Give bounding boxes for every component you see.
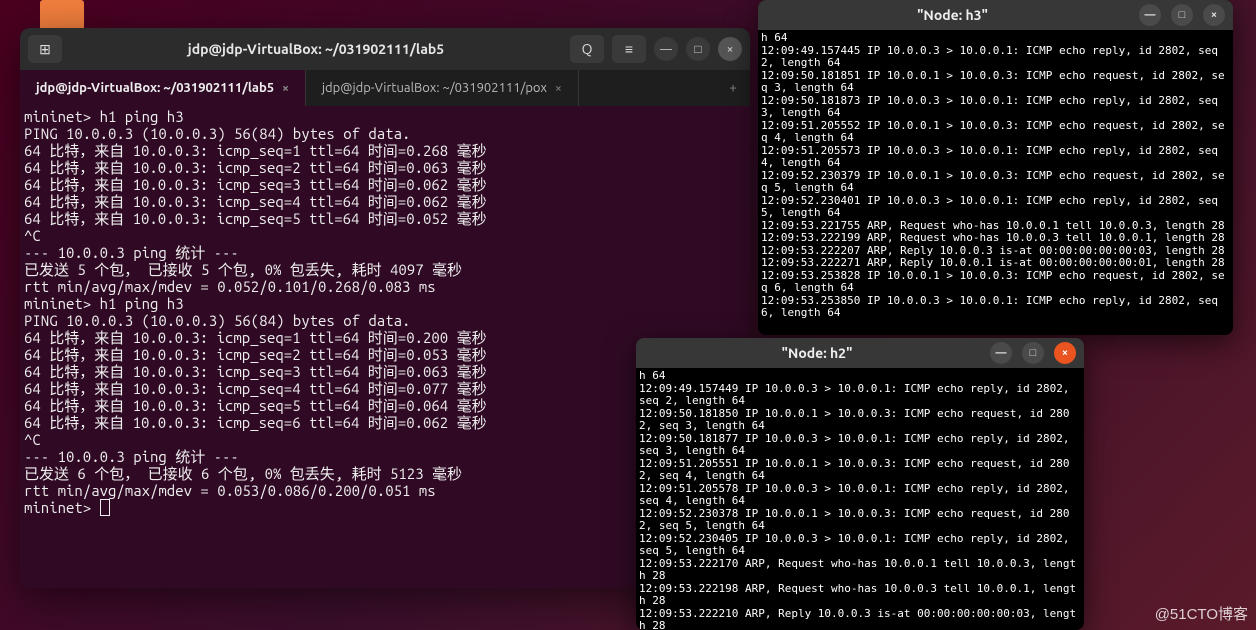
tab-lab5[interactable]: jdp@jdp-VirtualBox: ~/031902111/lab5 × <box>20 70 306 106</box>
close-button[interactable]: × <box>1054 342 1076 364</box>
window-title-h3: "Node: h3" <box>766 7 1139 23</box>
maximize-button[interactable]: □ <box>1171 4 1193 26</box>
close-button[interactable]: × <box>1203 4 1225 26</box>
tab-pox[interactable]: jdp@jdp-VirtualBox: ~/031902111/pox × <box>306 70 579 106</box>
watermark: @51CTO博客 <box>1155 603 1248 624</box>
menu-button[interactable]: ≡ <box>612 35 646 63</box>
add-tab-button[interactable]: + <box>720 70 746 106</box>
titlebar-h2[interactable]: "Node: h2" — □ × <box>636 338 1084 368</box>
titlebar[interactable]: ⊞ jdp@jdp-VirtualBox: ~/031902111/lab5 Q… <box>20 28 750 70</box>
new-tab-button[interactable]: ⊞ <box>28 35 62 63</box>
minimize-button[interactable]: — <box>990 342 1012 364</box>
minimize-button[interactable]: — <box>1139 4 1161 26</box>
maximize-button[interactable]: □ <box>686 37 710 61</box>
tab-label: jdp@jdp-VirtualBox: ~/031902111/pox <box>322 81 547 95</box>
titlebar-h3[interactable]: "Node: h3" — □ × <box>758 0 1233 30</box>
window-title: jdp@jdp-VirtualBox: ~/031902111/lab5 <box>70 41 562 57</box>
terminal-output-h3[interactable]: h 64 12:09:49.157445 IP 10.0.0.3 > 10.0.… <box>758 30 1233 335</box>
tabbar: jdp@jdp-VirtualBox: ~/031902111/lab5 × j… <box>20 70 750 106</box>
maximize-button[interactable]: □ <box>1022 342 1044 364</box>
window-title-h2: "Node: h2" <box>644 345 990 361</box>
tab-label: jdp@jdp-VirtualBox: ~/031902111/lab5 <box>36 81 274 95</box>
terminal-output-h2[interactable]: h 64 12:09:49.157449 IP 10.0.0.3 > 10.0.… <box>636 368 1084 630</box>
xterm-window-h2: "Node: h2" — □ × h 64 12:09:49.157449 IP… <box>636 338 1084 630</box>
close-button[interactable]: × <box>718 37 742 61</box>
tab-close-icon[interactable]: × <box>555 82 562 95</box>
search-button[interactable]: Q <box>570 35 604 63</box>
tab-close-icon[interactable]: × <box>282 82 289 95</box>
xterm-window-h3: "Node: h3" — □ × h 64 12:09:49.157445 IP… <box>758 0 1233 335</box>
minimize-button[interactable]: — <box>654 37 678 61</box>
